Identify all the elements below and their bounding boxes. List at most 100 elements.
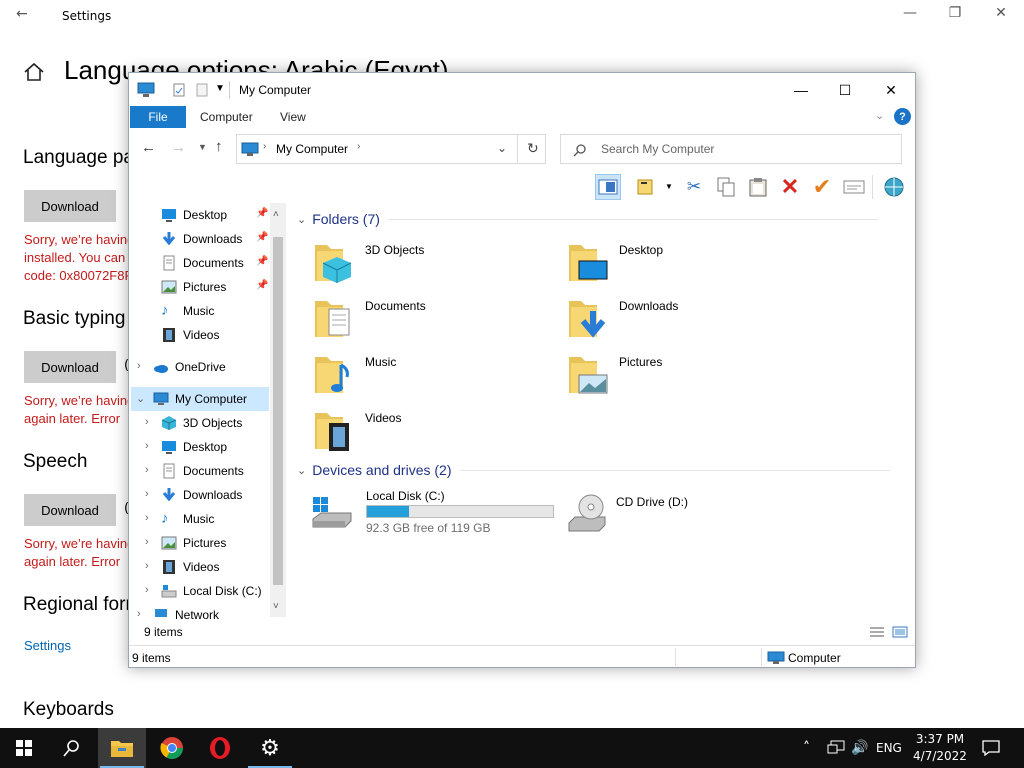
expand-ribbon-icon[interactable]: ⌄ bbox=[875, 109, 884, 122]
nav-item-downloads[interactable]: Downloads bbox=[161, 227, 242, 251]
collapse-chevron-icon[interactable]: ⌄ bbox=[297, 464, 306, 477]
expand-chevron-icon[interactable]: › bbox=[145, 536, 149, 548]
details-view-icon[interactable] bbox=[869, 626, 885, 638]
properties-button[interactable] bbox=[841, 174, 867, 200]
preview-pane-button[interactable] bbox=[595, 174, 621, 200]
network-status-icon[interactable] bbox=[827, 740, 845, 756]
up-arrow-icon[interactable]: ↑ bbox=[215, 138, 223, 155]
nav-item-my-computer[interactable]: My Computer bbox=[153, 387, 247, 411]
tab-computer[interactable]: Computer bbox=[200, 110, 253, 124]
folder-downloads[interactable]: Downloads bbox=[567, 293, 807, 345]
clock[interactable]: 3:37 PM 4/7/2022 bbox=[912, 731, 968, 765]
expand-chevron-icon[interactable]: › bbox=[145, 584, 149, 596]
expand-chevron-icon[interactable]: › bbox=[137, 608, 141, 619]
maximize-button[interactable]: ❐ bbox=[945, 5, 965, 21]
expand-chevron-icon[interactable]: › bbox=[145, 488, 149, 500]
input-language[interactable]: ENG bbox=[876, 728, 902, 768]
refresh-icon[interactable]: ↻ bbox=[527, 140, 539, 157]
taskbar-settings[interactable]: ⚙ bbox=[246, 728, 294, 768]
taskbar-file-explorer[interactable] bbox=[98, 728, 146, 768]
pin-icon[interactable]: 📌 bbox=[256, 208, 268, 219]
nav-scrollbar[interactable]: ˄ ˅ bbox=[270, 203, 286, 617]
expand-chevron-icon[interactable]: › bbox=[145, 560, 149, 572]
scroll-down-icon[interactable]: ˅ bbox=[273, 601, 279, 612]
folders-group-header[interactable]: ⌄ Folders (7) bbox=[297, 211, 878, 227]
scroll-up-icon[interactable]: ˄ bbox=[273, 209, 279, 220]
customize-qat-icon[interactable]: ▼ bbox=[215, 83, 225, 94]
nav-item-videos[interactable]: Videos bbox=[161, 555, 219, 579]
folder-documents[interactable]: Documents bbox=[313, 293, 553, 345]
expand-chevron-icon[interactable]: › bbox=[145, 464, 149, 476]
drive-local-disk-c[interactable]: Local Disk (C:) 92.3 GB free of 119 GB bbox=[309, 487, 559, 539]
copy-button[interactable] bbox=[713, 174, 739, 200]
back-arrow-icon[interactable]: ← bbox=[141, 139, 156, 156]
search-input[interactable]: Search My Computer bbox=[601, 142, 714, 156]
nav-item-desktop[interactable]: Desktop bbox=[161, 203, 227, 227]
minimize-button[interactable]: — bbox=[781, 79, 821, 101]
nav-item-videos[interactable]: Videos bbox=[161, 323, 219, 347]
dropdown-arrow-icon[interactable]: ▼ bbox=[665, 182, 673, 191]
taskbar-chrome[interactable] bbox=[148, 728, 196, 768]
nav-item-pictures[interactable]: Pictures bbox=[161, 275, 226, 299]
chevron-right-icon[interactable]: › bbox=[357, 141, 360, 152]
nav-item-documents[interactable]: Documents bbox=[161, 251, 244, 275]
cut-button[interactable]: ✂ bbox=[681, 174, 707, 200]
nav-item-network[interactable]: Network bbox=[153, 603, 219, 619]
chevron-down-icon[interactable]: ⌄ bbox=[497, 141, 507, 155]
forward-arrow-icon[interactable]: → bbox=[171, 139, 186, 156]
new-folder-icon[interactable] bbox=[195, 83, 209, 97]
help-icon[interactable]: ? bbox=[894, 108, 911, 125]
chevron-right-icon[interactable]: › bbox=[263, 141, 266, 152]
tab-file[interactable]: File bbox=[130, 106, 186, 128]
view-options-button[interactable] bbox=[633, 174, 659, 200]
search-box[interactable]: Search My Computer bbox=[560, 134, 902, 164]
address-bar[interactable]: › My Computer › ⌄ ↻ bbox=[236, 134, 546, 164]
scrollbar-thumb[interactable] bbox=[273, 237, 283, 585]
back-arrow-icon[interactable]: ← bbox=[16, 6, 28, 22]
search-button[interactable] bbox=[48, 728, 96, 768]
close-button[interactable]: ✕ bbox=[991, 5, 1011, 21]
notifications-icon[interactable] bbox=[982, 740, 1000, 756]
rename-button[interactable]: ✔ bbox=[809, 174, 835, 200]
close-button[interactable]: ✕ bbox=[871, 79, 911, 101]
folder-videos[interactable]: Videos bbox=[313, 405, 553, 457]
large-icons-view-icon[interactable] bbox=[892, 626, 908, 638]
recent-locations-icon[interactable]: ▼ bbox=[198, 142, 207, 152]
nav-item-downloads[interactable]: Downloads bbox=[161, 483, 242, 507]
pin-icon[interactable]: 📌 bbox=[256, 256, 268, 267]
home-icon[interactable] bbox=[22, 60, 46, 84]
properties-icon[interactable] bbox=[172, 83, 186, 97]
start-button[interactable] bbox=[0, 728, 48, 768]
taskbar-opera[interactable] bbox=[196, 728, 244, 768]
paste-button[interactable] bbox=[745, 174, 771, 200]
nav-item-3d-objects[interactable]: 3D Objects bbox=[161, 411, 242, 435]
nav-item-pictures[interactable]: Pictures bbox=[161, 531, 226, 555]
minimize-button[interactable]: — bbox=[900, 5, 920, 21]
folder-3d-objects[interactable]: 3D Objects bbox=[313, 237, 553, 289]
nav-item-desktop[interactable]: Desktop bbox=[161, 435, 227, 459]
collapse-chevron-icon[interactable]: ⌄ bbox=[136, 392, 145, 405]
nav-item-onedrive[interactable]: OneDrive bbox=[153, 355, 226, 379]
maximize-button[interactable]: ☐ bbox=[825, 79, 865, 101]
volume-icon[interactable]: 🔊 bbox=[851, 728, 868, 768]
folder-music[interactable]: Music bbox=[313, 349, 553, 401]
nav-item-music[interactable]: ♪ Music bbox=[161, 299, 214, 323]
expand-chevron-icon[interactable]: › bbox=[145, 416, 149, 428]
pin-icon[interactable]: 📌 bbox=[256, 232, 268, 243]
network-button[interactable] bbox=[881, 174, 907, 200]
collapse-chevron-icon[interactable]: ⌄ bbox=[297, 213, 306, 226]
nav-item-local-disk[interactable]: Local Disk (C:) bbox=[161, 579, 262, 603]
tab-view[interactable]: View bbox=[280, 110, 306, 124]
pin-icon[interactable]: 📌 bbox=[256, 280, 268, 291]
delete-button[interactable]: ✕ bbox=[777, 174, 803, 200]
download-basic-typing-button[interactable]: Download bbox=[24, 351, 116, 383]
drive-cd-d[interactable]: CD Drive (D:) bbox=[565, 487, 805, 539]
nav-item-music[interactable]: ♪ Music bbox=[161, 507, 214, 531]
regional-settings-link[interactable]: Settings bbox=[24, 638, 71, 653]
folder-desktop[interactable]: Desktop bbox=[567, 237, 807, 289]
expand-chevron-icon[interactable]: › bbox=[145, 512, 149, 524]
address-text[interactable]: My Computer bbox=[276, 142, 348, 156]
nav-item-documents[interactable]: Documents bbox=[161, 459, 244, 483]
expand-chevron-icon[interactable]: › bbox=[145, 440, 149, 452]
drives-group-header[interactable]: ⌄ Devices and drives (2) bbox=[297, 462, 890, 478]
